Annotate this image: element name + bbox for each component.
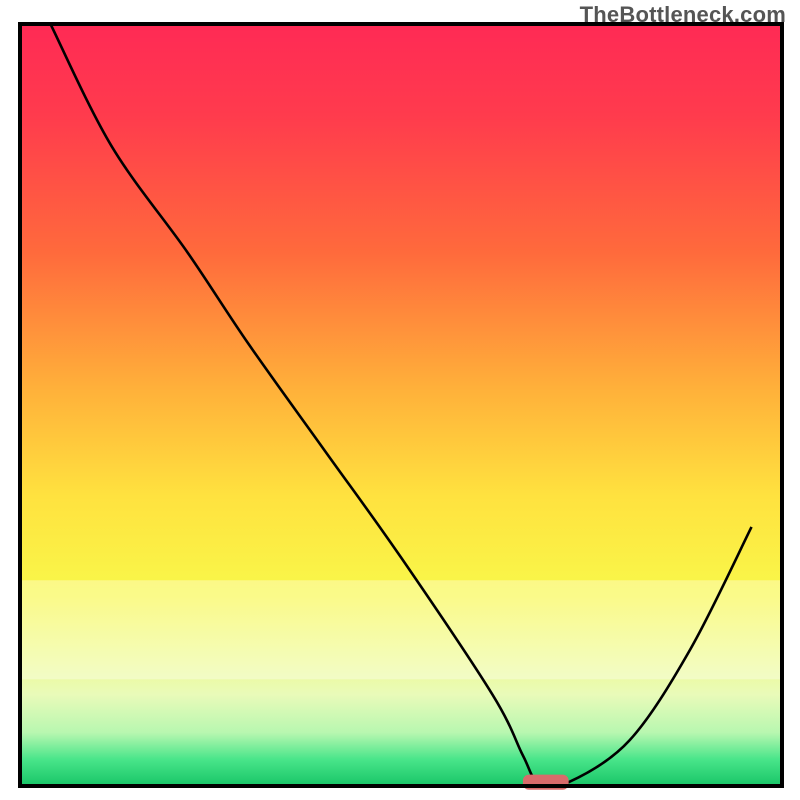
watermark-text: TheBottleneck.com	[580, 2, 786, 28]
bottleneck-chart	[0, 0, 800, 800]
plot-area	[20, 24, 782, 790]
chart-container: TheBottleneck.com	[0, 0, 800, 800]
pale-band-highlight	[20, 580, 782, 679]
